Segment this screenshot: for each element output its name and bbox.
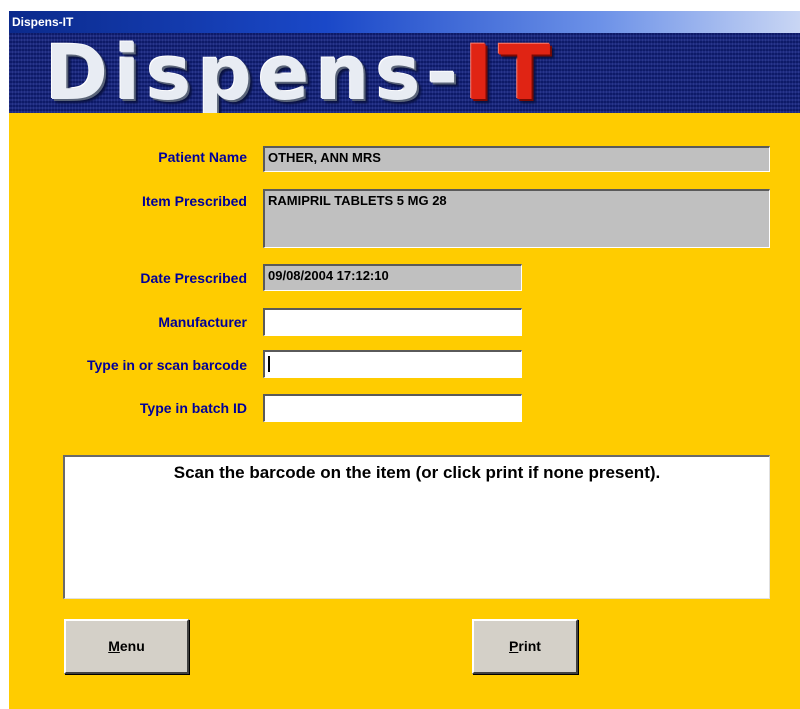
patient-name-label: Patient Name: [158, 149, 247, 165]
window-title: Dispens-IT: [12, 15, 74, 29]
manufacturer-label: Manufacturer: [158, 314, 247, 330]
date-prescribed-field: 09/08/2004 17:12:10: [263, 264, 522, 291]
print-button-mnemonic: P: [509, 638, 519, 654]
item-prescribed-field: RAMIPRIL TABLETS 5 MG 28: [263, 189, 770, 248]
patient-name-field: OTHER, ANN MRS: [263, 146, 770, 172]
barcode-label: Type in or scan barcode: [86, 357, 247, 373]
banner-logo-accent: IT: [464, 33, 557, 113]
menu-button-mnemonic: M: [108, 638, 120, 654]
manufacturer-input[interactable]: [263, 308, 522, 336]
item-prescribed-label: Item Prescribed: [141, 193, 247, 209]
barcode-input[interactable]: [263, 350, 522, 378]
status-message-box: Scan the barcode on the item (or click p…: [63, 455, 770, 599]
window-titlebar[interactable]: Dispens-IT: [9, 11, 800, 33]
menu-button-label: enu: [119, 638, 145, 654]
date-prescribed-label: Date Prescribed: [140, 270, 247, 286]
status-message: Scan the barcode on the item (or click p…: [173, 463, 661, 482]
text-caret: [268, 356, 270, 372]
banner-logo: Dispens-IT: [45, 33, 556, 113]
app-banner: Dispens-IT: [9, 33, 800, 113]
banner-logo-main: Dispens-: [45, 33, 465, 113]
menu-button[interactable]: Menu: [64, 619, 189, 674]
print-button[interactable]: Print: [472, 619, 578, 674]
batch-id-input[interactable]: [263, 394, 522, 422]
print-button-label: rint: [518, 638, 541, 654]
form-panel: Patient Name OTHER, ANN MRS Item Prescri…: [9, 113, 800, 709]
batch-id-label: Type in batch ID: [139, 400, 247, 416]
app-window: Dispens-IT Dispens-IT Patient Name OTHER…: [0, 0, 800, 709]
